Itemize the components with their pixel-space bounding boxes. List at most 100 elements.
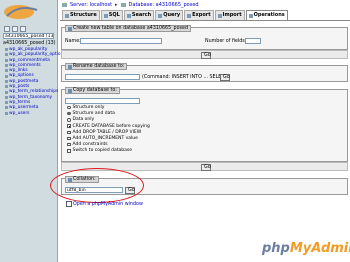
collation-fieldset: Collation: utf8_bin Go: [61, 176, 348, 195]
copy-option-radio[interactable]: [67, 105, 71, 110]
table-icon[interactable]: [5, 95, 8, 99]
tab-label: Operations: [253, 12, 285, 18]
rename-db-go-button[interactable]: Go: [220, 74, 230, 81]
rename-db-comment: (Command: INSERT INTO ... SELECT): [142, 75, 230, 80]
create-table-buttonbar: Go: [61, 50, 348, 59]
table-link[interactable]: wp_users: [9, 111, 29, 116]
collation-go-button[interactable]: Go: [125, 187, 135, 194]
sql-icon: [103, 13, 108, 18]
phpmyadmin-brand[interactable]: phpMyAdmin: [262, 241, 350, 256]
copy-db-buttonbar: Go: [61, 162, 348, 171]
table-icon[interactable]: [5, 53, 8, 57]
copy-option-label[interactable]: Data only: [73, 117, 95, 122]
copy-option-label[interactable]: Structure only: [73, 105, 105, 110]
navigation-frame: a4310665_posed (13) a4310665_posed (13) …: [0, 0, 66, 262]
copy-option-checkbox[interactable]: [67, 149, 71, 153]
create-table-legend-text: Create new table on database a4310665_po…: [73, 26, 189, 31]
table-list-item[interactable]: wp_users: [5, 111, 66, 116]
create-table-legend: Create new table on database a4310665_po…: [65, 25, 192, 32]
copy-option-checkbox[interactable]: [67, 136, 71, 141]
tab-import[interactable]: Import: [214, 10, 245, 20]
rename-db-legend-text: Rename database to:: [73, 64, 125, 69]
copy-option: Add AUTO_INCREMENT value: [67, 136, 138, 141]
copy-option-checkbox[interactable]: [67, 142, 71, 147]
table-icon[interactable]: [5, 101, 8, 105]
table-name-label: Name:: [65, 39, 81, 44]
query-icon: [158, 13, 163, 18]
rename-db-fieldset: Rename database to: (Command: INSERT INT…: [61, 63, 348, 82]
new-window-icon: [66, 201, 72, 207]
import-icon: [217, 13, 222, 18]
docs-icon[interactable]: [20, 26, 26, 32]
collation-legend: Collation:: [65, 176, 99, 183]
copy-option: Structure and data: [67, 111, 115, 116]
table-icon[interactable]: [5, 79, 8, 83]
copy-db-go-button[interactable]: Go: [201, 164, 211, 171]
copy-option: Data only: [67, 117, 94, 122]
tab-sql[interactable]: SQL: [100, 10, 123, 20]
home-icon[interactable]: [4, 26, 10, 32]
breadcrumb-server[interactable]: Server: localhost: [70, 2, 112, 8]
tab-search[interactable]: Search: [123, 10, 155, 20]
copy-option-checkbox[interactable]: [67, 124, 71, 128]
table-icon[interactable]: [5, 48, 8, 52]
rename-icon: [68, 64, 72, 69]
tab-export[interactable]: Export: [184, 10, 214, 20]
search-icon: [126, 13, 131, 18]
database-heading[interactable]: a4310665_posed (13): [3, 41, 56, 46]
breadcrumb-separator: ▸: [115, 2, 118, 8]
sql-query-icon[interactable]: [12, 26, 18, 32]
open-pma-window-text: Open a phpMyAdmin window: [73, 201, 143, 207]
tab-structure[interactable]: Structure: [62, 10, 100, 20]
copy-icon: [68, 88, 72, 93]
collation-selected-value: utf8_bin: [67, 188, 86, 193]
copy-option-label[interactable]: Add constraints: [73, 142, 108, 147]
collation-icon: [68, 177, 72, 182]
table-icon[interactable]: [5, 111, 8, 115]
structure-icon: [65, 13, 69, 18]
copy-db-input[interactable]: [65, 98, 140, 104]
table-icon[interactable]: [5, 64, 8, 68]
copy-option: Add DROP TABLE / DROP VIEW: [67, 130, 141, 135]
table-name-input[interactable]: [80, 38, 162, 44]
copy-db-legend: Copy database to:: [65, 87, 120, 94]
export-icon: [187, 13, 192, 18]
tab-underline: [60, 20, 350, 21]
table-icon[interactable]: [5, 90, 8, 94]
tab-label: Import: [222, 12, 242, 18]
table-icon[interactable]: [5, 69, 8, 73]
fields-count-input[interactable]: [245, 38, 261, 44]
copy-option-checkbox[interactable]: [67, 130, 71, 135]
table-icon[interactable]: [5, 106, 8, 110]
table-icon[interactable]: [5, 58, 8, 62]
collation-select[interactable]: utf8_bin: [65, 187, 123, 193]
table-list: wp_ak_popularity wp_ak_popularity_options…: [5, 47, 66, 116]
copy-option-label[interactable]: CREATE DATABASE before copying: [73, 124, 150, 129]
breadcrumb-database[interactable]: Database: a4310665_posed: [129, 2, 199, 8]
copy-option-radio[interactable]: [67, 118, 71, 122]
copy-option-label[interactable]: Add AUTO_INCREMENT value: [73, 136, 138, 141]
rename-db-input[interactable]: [65, 74, 140, 80]
phpmyadmin-logo[interactable]: [3, 2, 49, 24]
copy-option-label[interactable]: Add DROP TABLE / DROP VIEW: [73, 130, 142, 135]
operations-icon: [248, 13, 253, 18]
table-icon[interactable]: [5, 74, 8, 78]
quick-icons: [4, 26, 26, 32]
tab-query[interactable]: Query: [155, 10, 184, 20]
tab-operations[interactable]: Operations: [245, 10, 288, 20]
create-table-go-button[interactable]: Go: [201, 52, 211, 59]
table-icon[interactable]: [5, 85, 8, 89]
copy-option-label[interactable]: Switch to copied database: [73, 148, 133, 153]
server-icon: [62, 3, 67, 7]
rename-db-legend: Rename database to:: [65, 63, 128, 70]
database-select[interactable]: a4310665_posed (13): [3, 33, 54, 39]
fields-count-label: Number of fields:: [205, 39, 247, 44]
copy-option: CREATE DATABASE before copying: [67, 124, 150, 129]
tab-label: SQL: [108, 12, 120, 18]
copy-option-radio[interactable]: [67, 111, 71, 116]
open-pma-window-link[interactable]: Open a phpMyAdmin window: [66, 201, 143, 207]
copy-option-label[interactable]: Structure and data: [73, 111, 115, 116]
tab-label: Search: [131, 12, 152, 18]
tab-label: Structure: [70, 12, 97, 18]
new-table-icon: [68, 26, 72, 31]
